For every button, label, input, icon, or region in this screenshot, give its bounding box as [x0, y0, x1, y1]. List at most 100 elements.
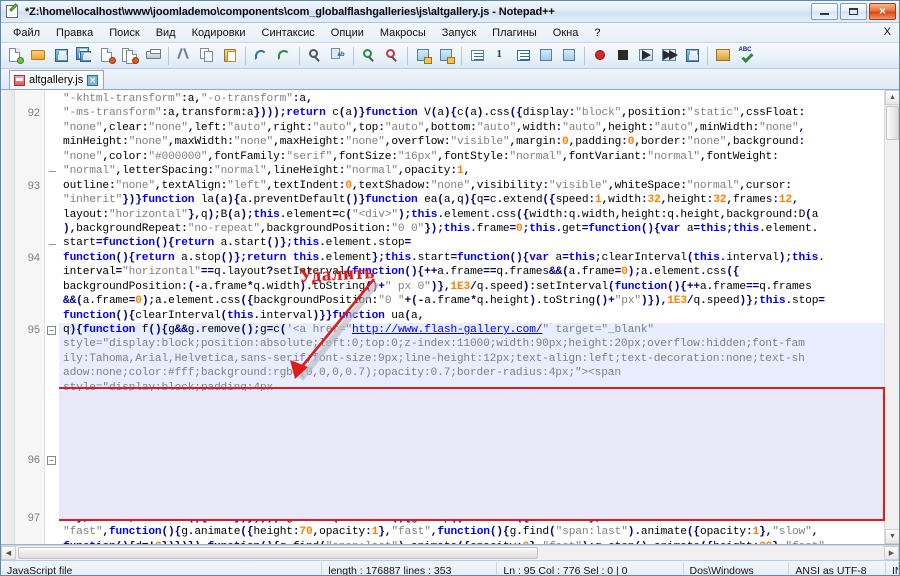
- code-line: ily:Tahoma,Arial,Helvetica,sans-serif;fo…: [59, 351, 899, 367]
- bookmark-margin[interactable]: [1, 90, 15, 544]
- code-token: f: [135, 324, 149, 336]
- tab-altgallery-js[interactable]: altgallery.js ✕: [9, 70, 105, 89]
- menu-windows[interactable]: Окна: [545, 25, 587, 41]
- code-token: :: [181, 222, 188, 235]
- scroll-up-button[interactable]: ▲: [885, 90, 899, 105]
- menu-view[interactable]: Вид: [148, 25, 184, 41]
- annotation-text: Удалить: [298, 262, 376, 287]
- undo-icon[interactable]: [250, 45, 272, 67]
- code-token: g: [181, 526, 188, 539]
- play-macro-icon[interactable]: [635, 45, 657, 67]
- code-token: :: [102, 208, 109, 221]
- notepadpp-window: *Z:\home\localhost\www\joomlademo\compon…: [0, 0, 900, 576]
- user-defined-dialog-icon[interactable]: [535, 45, 557, 67]
- record-macro-icon[interactable]: [589, 45, 611, 67]
- find-icon[interactable]: [304, 45, 326, 67]
- run-icon[interactable]: [712, 45, 734, 67]
- code-token: },: [759, 526, 773, 539]
- paste-icon[interactable]: [219, 45, 241, 67]
- scroll-right-button[interactable]: ▶: [884, 546, 899, 560]
- maximize-button[interactable]: [840, 3, 867, 20]
- code-token: frame: [581, 266, 615, 279]
- spell-check-icon[interactable]: ABC: [735, 45, 757, 67]
- replace-icon[interactable]: ab: [327, 45, 349, 67]
- menu-run[interactable]: Запуск: [434, 25, 484, 41]
- menu-encoding[interactable]: Кодировки: [184, 25, 254, 41]
- redo-icon[interactable]: [273, 45, 295, 67]
- copy-icon[interactable]: [196, 45, 218, 67]
- code-token: (){: [260, 541, 280, 544]
- code-token: start: [417, 251, 451, 264]
- scroll-left-button[interactable]: ◀: [1, 546, 16, 560]
- code-line: "normal",letterSpacing:"normal",lineHeig…: [59, 164, 899, 178]
- fold-toggle-icon[interactable]: −: [47, 456, 56, 466]
- code-token: (){: [640, 222, 661, 235]
- code-token: fontFamily: [214, 150, 280, 163]
- menu-edit[interactable]: Правка: [48, 25, 101, 41]
- cut-icon[interactable]: [173, 45, 195, 67]
- code-token: "none": [63, 121, 103, 134]
- scroll-down-button[interactable]: ▼: [885, 529, 899, 544]
- new-file-icon[interactable]: [4, 45, 26, 67]
- sync-horizontal-icon[interactable]: [435, 45, 457, 67]
- horizontal-scrollbar[interactable]: ◀ ▶: [1, 545, 899, 560]
- code-line: layout:"horizontal"},q);B(a);this.elemen…: [59, 208, 899, 222]
- code-token: ,: [634, 136, 641, 149]
- code-token: (){: [667, 280, 687, 293]
- code-token: width: [581, 208, 615, 221]
- code-token: a: [214, 237, 228, 250]
- title-bar: *Z:\home\localhost\www\joomlademo\compon…: [1, 1, 899, 23]
- menu-help[interactable]: ?: [586, 25, 608, 41]
- vertical-scrollbar[interactable]: ▲ ▼: [884, 90, 899, 544]
- menu-file[interactable]: Файл: [5, 25, 48, 41]
- close-document-button[interactable]: X: [884, 26, 891, 38]
- code-token: "normal": [214, 165, 267, 178]
- code-token: "visible": [548, 179, 608, 192]
- code-token: :: [640, 194, 648, 207]
- invisible-chars-icon[interactable]: 1: [489, 45, 511, 67]
- menu-plugins[interactable]: Плагины: [484, 25, 545, 41]
- code-token: "none": [233, 136, 274, 149]
- open-file-icon[interactable]: [27, 45, 49, 67]
- stop-record-icon[interactable]: [612, 45, 634, 67]
- toolbar-separator: [461, 46, 462, 65]
- close-button[interactable]: ✕: [869, 3, 896, 20]
- vertical-scroll-thumb[interactable]: [886, 106, 899, 140]
- code-text-area[interactable]: "-khtml-transform":a,"-o-transform":a, "-…: [59, 90, 899, 544]
- zoom-out-icon[interactable]: [381, 45, 403, 67]
- menu-settings[interactable]: Опции: [323, 25, 372, 41]
- close-file-icon[interactable]: [96, 45, 118, 67]
- menu-search[interactable]: Поиск: [101, 25, 147, 41]
- print-icon[interactable]: [142, 45, 164, 67]
- zoom-in-icon[interactable]: [358, 45, 380, 67]
- fold-toggle-icon[interactable]: −: [47, 326, 56, 336]
- close-all-icon[interactable]: [119, 45, 141, 67]
- indent-guide-icon[interactable]: [512, 45, 534, 67]
- code-token: 1: [456, 165, 464, 178]
- code-token: ++: [686, 280, 700, 293]
- save-icon[interactable]: [50, 45, 72, 67]
- tab-close-icon[interactable]: ✕: [87, 74, 99, 86]
- horizontal-scroll-thumb[interactable]: [18, 547, 538, 559]
- save-macro-icon[interactable]: [681, 45, 703, 67]
- status-eol-format: Dos\Windows: [684, 561, 790, 575]
- minimize-button[interactable]: [811, 3, 838, 20]
- code-token: ,: [792, 194, 799, 207]
- toolbar-separator: [245, 46, 246, 65]
- code-folding-margin[interactable]: − −: [45, 90, 59, 544]
- word-wrap-icon[interactable]: [466, 45, 488, 67]
- run-macro-multiple-icon[interactable]: [658, 45, 680, 67]
- code-token: ,: [621, 107, 628, 120]
- menu-language[interactable]: Синтаксис: [254, 25, 323, 41]
- menu-macro[interactable]: Макросы: [372, 25, 434, 41]
- code-token: this: [443, 222, 471, 235]
- doc-map-icon[interactable]: [558, 45, 580, 67]
- save-all-icon[interactable]: [73, 45, 95, 67]
- code-token: margin: [516, 136, 556, 149]
- code-token: " target="_blank": [542, 324, 654, 336]
- code-token: animate: [640, 526, 687, 539]
- code-token: :: [207, 165, 214, 178]
- sync-vertical-icon[interactable]: [412, 45, 434, 67]
- code-token: textAlign: [161, 179, 221, 192]
- code-token: },: [529, 541, 542, 544]
